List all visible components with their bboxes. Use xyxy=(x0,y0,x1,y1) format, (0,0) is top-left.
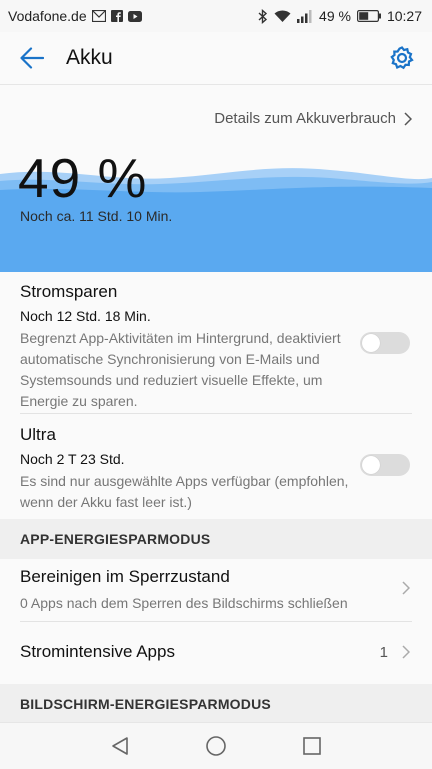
youtube-icon xyxy=(127,10,142,22)
chevron-right-icon xyxy=(404,111,412,126)
back-button[interactable] xyxy=(4,32,60,84)
ultra-card[interactable]: Ultra Noch 2 T 23 Std. Es sind nur ausge… xyxy=(0,414,432,516)
toggle-knob xyxy=(362,334,380,352)
power-saving-description: Begrenzt App-Aktivitäten im Hintergrund,… xyxy=(20,330,341,409)
toggle-knob xyxy=(362,456,380,474)
mail-icon xyxy=(91,10,106,22)
chevron-right-icon xyxy=(402,645,410,659)
ultra-remaining: Noch 2 T 23 Std. xyxy=(20,451,125,467)
power-saving-card[interactable]: Stromsparen Noch 12 Std. 18 Min. Begrenz… xyxy=(0,272,432,414)
square-recents-icon xyxy=(303,737,321,755)
navigation-bar xyxy=(0,722,432,769)
clean-on-lock-title: Bereinigen im Sperrzustand xyxy=(20,567,230,586)
power-saving-title: Stromsparen xyxy=(20,282,118,301)
battery-hero: Details zum Akkuverbrauch 49 % Noch ca. … xyxy=(0,86,432,272)
ultra-description: Es sind nur ausgewählte Apps verfügbar (… xyxy=(20,473,349,510)
clean-on-lock-item[interactable]: Bereinigen im Sperrzustand 0 Apps nach d… xyxy=(0,559,432,622)
triangle-back-icon xyxy=(112,737,128,755)
status-bar: Vodafone.de 49 % 10:27 xyxy=(0,0,432,32)
nav-back-button[interactable] xyxy=(72,723,168,769)
gear-icon xyxy=(390,46,414,70)
battery-remaining-time: Noch ca. 11 Std. 10 Min. xyxy=(20,208,173,224)
power-intensive-apps-item[interactable]: Stromintensive Apps 1 xyxy=(0,622,432,680)
section-header-screen: BILDSCHIRM-ENERGIESPARMODUS xyxy=(0,684,432,724)
battery-percent: 49 % xyxy=(319,8,351,24)
circle-home-icon xyxy=(206,736,226,756)
section-header-app: APP-ENERGIESPARMODUS xyxy=(0,519,432,559)
page-title: Akku xyxy=(66,46,113,69)
ultra-title: Ultra xyxy=(20,425,56,444)
power-intensive-apps-count: 1 xyxy=(379,644,388,661)
clock: 10:27 xyxy=(386,8,422,24)
arrow-left-icon xyxy=(20,47,44,69)
power-saving-remaining: Noch 12 Std. 18 Min. xyxy=(20,308,151,324)
battery-icon xyxy=(356,10,381,22)
wifi-icon xyxy=(274,10,291,23)
chevron-right-icon xyxy=(402,581,410,595)
power-saving-toggle[interactable] xyxy=(360,332,410,354)
nav-recents-button[interactable] xyxy=(264,723,360,769)
nav-home-button[interactable] xyxy=(168,723,264,769)
ultra-toggle[interactable] xyxy=(360,454,410,476)
settings-button[interactable] xyxy=(386,42,418,74)
bluetooth-icon xyxy=(258,8,268,24)
power-intensive-apps-title: Stromintensive Apps xyxy=(20,642,175,661)
usage-details-link[interactable]: Details zum Akkuverbrauch xyxy=(214,110,412,127)
signal-icon xyxy=(297,9,313,23)
app-header: Akku xyxy=(0,32,432,85)
facebook-icon xyxy=(110,10,123,22)
clean-on-lock-subtitle: 0 Apps nach dem Sperren des Bildschirms … xyxy=(20,595,348,611)
usage-details-label: Details zum Akkuverbrauch xyxy=(214,110,396,127)
battery-percentage: 49 % xyxy=(18,147,148,209)
carrier-name: Vodafone.de xyxy=(8,8,87,24)
